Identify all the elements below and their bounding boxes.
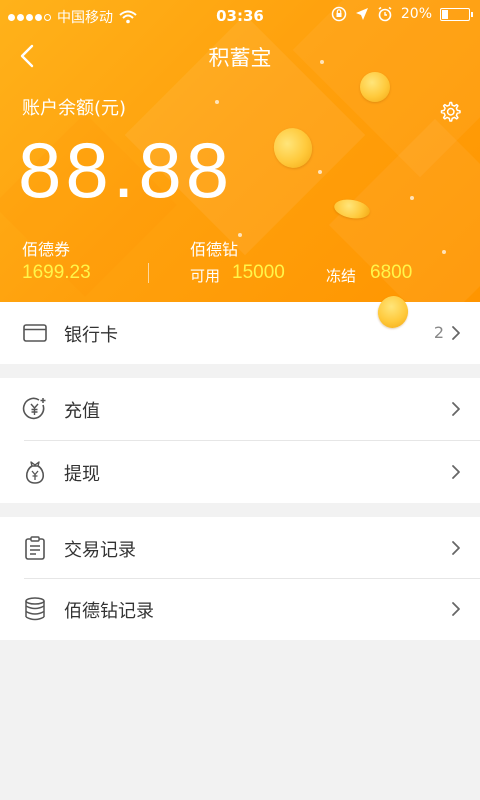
withdraw-row[interactable]: 提现	[0, 441, 480, 503]
chevron-right-icon	[452, 465, 460, 479]
money-bag-icon	[25, 461, 45, 484]
frozen-label: 冻结	[326, 267, 357, 285]
sparkle-dot	[442, 250, 446, 254]
diamond-records-label: 佰德钻记录	[64, 601, 154, 622]
sparkle-dot	[215, 100, 219, 104]
bank-card-count: 2	[433, 323, 444, 342]
divider	[148, 263, 149, 283]
transactions-row[interactable]: 交易记录	[0, 517, 480, 579]
page-title: 积蓄宝	[208, 46, 272, 70]
yuan-plus-icon	[22, 397, 46, 420]
records-section: 交易记录 佰德钻记录	[0, 517, 480, 640]
funds-section: 充值 提现	[0, 378, 480, 503]
chevron-right-icon	[452, 326, 460, 340]
coin-stack-icon	[25, 597, 45, 621]
recharge-row[interactable]: 充值	[0, 378, 480, 440]
battery-icon	[440, 7, 473, 21]
sparkle-dot	[410, 196, 414, 200]
alarm-icon	[378, 6, 392, 22]
available-value: 15000	[232, 262, 285, 283]
account-header: 中国移动 03:36 20% 积蓄宝 账户余额(元) 88.88 佰德券 169…	[0, 0, 480, 302]
sparkle-dot	[238, 233, 242, 237]
transactions-label: 交易记录	[64, 540, 136, 561]
card-icon	[23, 324, 47, 342]
available-label: 可用	[190, 267, 221, 285]
coupon-label: 佰德券	[22, 240, 71, 259]
withdraw-label: 提现	[64, 464, 100, 485]
recharge-label: 充值	[64, 401, 100, 422]
diamond-records-row[interactable]: 佰德钻记录	[0, 578, 480, 640]
chevron-right-icon	[452, 541, 460, 555]
orientation-lock-icon	[331, 6, 347, 22]
location-icon	[355, 8, 368, 20]
chevron-right-icon	[452, 402, 460, 416]
coin-decoration	[360, 72, 390, 102]
balance-label: 账户余额(元)	[22, 98, 127, 119]
sparkle-dot	[318, 170, 322, 174]
nav-bar: 积蓄宝	[0, 36, 480, 76]
frozen-value: 6800	[370, 262, 413, 283]
chevron-right-icon	[452, 602, 460, 616]
status-bar: 中国移动 03:36 20%	[0, 0, 480, 32]
balance-amount: 88.88	[18, 126, 234, 214]
coupon-value: 1699.23	[22, 262, 91, 283]
gear-icon[interactable]	[438, 100, 462, 124]
clipboard-icon	[25, 536, 45, 560]
bank-card-label: 银行卡	[64, 325, 118, 346]
battery-percent: 20%	[400, 6, 432, 22]
diamond-label: 佰德钻	[190, 240, 239, 259]
